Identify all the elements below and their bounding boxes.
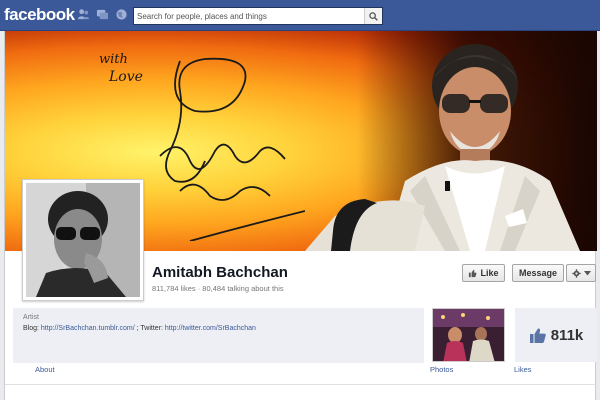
notifications-globe-icon[interactable]	[115, 8, 128, 21]
svg-text:Love: Love	[108, 69, 143, 85]
about-description: Blog: http://SrBachchan.tumblr.com/ ; Tw…	[23, 325, 256, 332]
profile-picture[interactable]	[22, 179, 144, 301]
likes-summary-box[interactable]: 811k	[515, 308, 597, 362]
page-category: Artist	[23, 314, 39, 321]
chevron-down-icon	[583, 270, 591, 275]
like-button-label: Like	[480, 268, 499, 278]
tab-photos[interactable]: Photos	[430, 365, 453, 374]
notification-jewels	[77, 8, 128, 21]
search-input[interactable]	[134, 8, 364, 24]
blog-link[interactable]: http://SrBachchan.tumblr.com/	[41, 325, 135, 332]
message-button-label: Message	[518, 268, 558, 278]
likes-count: 811k	[550, 326, 584, 344]
settings-dropdown-button[interactable]	[566, 264, 596, 282]
search-bar	[133, 7, 383, 25]
twitter-prefix: ; Twitter:	[134, 325, 165, 332]
page-name[interactable]: Amitabh Bachchan	[152, 264, 288, 281]
search-button[interactable]	[364, 8, 382, 24]
tab-about[interactable]: About	[35, 365, 55, 374]
profile-portrait-image	[26, 183, 140, 297]
message-button[interactable]: Message	[512, 264, 564, 282]
page-timeline: with Love Amitabh Bachchan 811,784 likes…	[4, 31, 597, 400]
friend-requests-icon[interactable]	[77, 8, 90, 21]
svg-text:with: with	[99, 52, 128, 67]
blog-prefix: Blog:	[23, 325, 41, 332]
gear-icon	[571, 268, 581, 278]
thumbs-up-icon	[469, 269, 477, 277]
facebook-logo[interactable]: facebook	[4, 5, 75, 25]
twitter-link[interactable]: http://twitter.com/SrBachchan	[165, 325, 256, 332]
search-icon	[369, 11, 378, 21]
tab-likes[interactable]: Likes	[514, 365, 532, 374]
top-navigation-bar: facebook	[0, 0, 600, 31]
thumbs-up-icon	[529, 327, 546, 343]
page-stats: 811,784 likes · 80,484 talking about thi…	[152, 284, 284, 293]
divider	[5, 384, 597, 385]
photo-preview-image	[433, 309, 504, 361]
messages-icon[interactable]	[96, 8, 109, 21]
like-button[interactable]: Like	[462, 264, 505, 282]
photos-thumbnail[interactable]	[432, 308, 505, 362]
about-summary-panel: Artist Blog: http://SrBachchan.tumblr.co…	[13, 308, 424, 363]
